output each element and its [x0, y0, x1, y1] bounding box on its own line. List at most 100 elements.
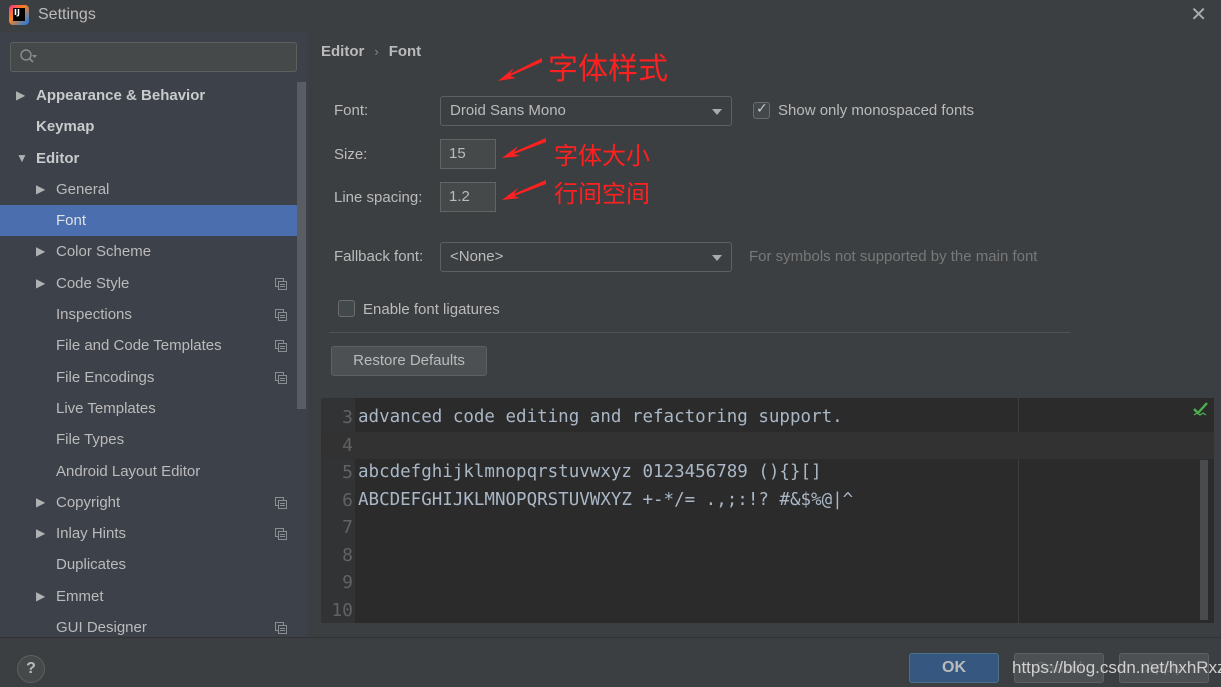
breadcrumb-parent[interactable]: Editor	[321, 43, 364, 60]
intellij-idea-icon: IJ	[9, 5, 29, 25]
line-number: 3	[342, 407, 353, 428]
sidebar-item-general[interactable]: ▶ General	[0, 174, 297, 205]
sidebar-item-appearance-behavior[interactable]: ▶ Appearance & Behavior	[0, 80, 297, 111]
sidebar-item-inspections[interactable]: Inspections	[0, 299, 297, 330]
preview-line: 5 abcdefghijklmnopqrstuvwxyz 0123456789 (…	[321, 459, 1214, 487]
sidebar-item-file-types[interactable]: File Types	[0, 424, 297, 455]
check-icon[interactable]	[1192, 400, 1210, 418]
line-number: 5	[342, 462, 353, 483]
preview-line: 9	[321, 569, 1214, 597]
annotation-arrow-spacing	[502, 180, 546, 200]
sidebar-item-label: File and Code Templates	[56, 337, 222, 355]
project-scope-icon	[275, 622, 287, 635]
preview-line: 7	[321, 514, 1214, 542]
dialog-footer: ? OK Cancel Apply https://blog.csdn.net/…	[0, 637, 1221, 687]
chevron-right-icon[interactable]: ▶	[36, 518, 45, 549]
chevron-right-icon[interactable]: ▶	[16, 80, 25, 111]
sidebar-item-emmet[interactable]: ▶ Emmet	[0, 581, 297, 612]
sidebar-item-android-layout-editor[interactable]: Android Layout Editor	[0, 456, 297, 487]
font-combobox-value: Droid Sans Mono	[450, 102, 566, 119]
sidebar-item-font[interactable]: Font	[0, 205, 297, 237]
font-combobox[interactable]: Droid Sans Mono	[440, 96, 732, 126]
line-number: 7	[342, 517, 353, 538]
sidebar-item-inlay-hints[interactable]: ▶ Inlay Hints	[0, 518, 297, 549]
ligatures-checkbox-label[interactable]: Enable font ligatures	[363, 301, 500, 318]
monospaced-checkbox-label[interactable]: Show only monospaced fonts	[778, 102, 974, 119]
sidebar-item-label: File Encodings	[56, 368, 155, 386]
line-number: 4	[342, 434, 353, 456]
size-input[interactable]: 15	[440, 139, 496, 169]
annotation-font-size: 字体大小	[554, 142, 650, 170]
sidebar-item-label: Editor	[36, 149, 80, 167]
project-scope-icon	[275, 496, 287, 509]
fallback-font-combobox[interactable]: <None>	[440, 242, 732, 272]
divider	[329, 332, 1070, 333]
ligatures-checkbox[interactable]	[338, 300, 355, 317]
line-spacing-label: Line spacing:	[334, 189, 423, 206]
restore-defaults-button[interactable]: Restore Defaults	[331, 346, 487, 376]
size-label: Size:	[334, 146, 368, 163]
chevron-right-icon[interactable]: ▶	[36, 487, 45, 518]
chevron-right-icon[interactable]: ▶	[36, 174, 45, 205]
code-text: ABCDEFGHIJKLMNOPQRSTUVWXYZ +-*/= .,;:!? …	[358, 489, 854, 510]
project-scope-icon	[275, 340, 287, 353]
chevron-right-icon[interactable]: ▶	[36, 268, 45, 299]
preview-line: 4	[321, 431, 1214, 459]
breadcrumb-current: Font	[388, 43, 422, 60]
search-input[interactable]	[10, 42, 297, 72]
annotation-font-style: 字体样式	[548, 52, 668, 87]
code-text: abcdefghijklmnopqrstuvwxyz 0123456789 ()…	[358, 462, 822, 482]
breadcrumb-separator: ›	[374, 44, 379, 59]
breadcrumb: Editor › Font	[321, 43, 421, 60]
sidebar-item-color-scheme[interactable]: ▶ Color Scheme	[0, 236, 297, 267]
sidebar-item-label: Keymap	[36, 118, 95, 136]
sidebar-item-label: Copyright	[56, 493, 121, 511]
fallback-font-value: <None>	[450, 248, 504, 265]
close-icon[interactable]: ✕	[1190, 4, 1207, 26]
chevron-right-icon[interactable]: ▶	[36, 236, 45, 267]
sidebar-item-live-templates[interactable]: Live Templates	[0, 393, 297, 424]
fallback-font-label: Fallback font:	[334, 248, 424, 265]
line-spacing-input[interactable]: 1.2	[440, 182, 496, 212]
project-scope-icon	[275, 528, 287, 541]
sidebar-item-file-and-code-templates[interactable]: File and Code Templates	[0, 330, 297, 361]
sidebar-item-label: Code Style	[56, 274, 130, 292]
window-title: Settings	[38, 6, 96, 23]
sidebar-item-label: General	[56, 180, 110, 198]
sidebar-item-keymap[interactable]: Keymap	[0, 111, 297, 142]
title-bar: IJ Settings ✕	[0, 0, 1221, 32]
chevron-down-icon[interactable]: ▼	[16, 143, 28, 174]
search-icon	[20, 49, 37, 63]
annotation-arrow-font	[498, 58, 542, 81]
font-label: Font:	[334, 102, 369, 119]
sidebar-item-label: File Types	[56, 431, 125, 449]
settings-tree: ▶ Appearance & Behavior Keymap ▼ Editor ▶ Gene…	[0, 80, 297, 643]
preview-line: 10	[321, 597, 1214, 624]
font-settings-panel: Editor › Font 字体样式 字体大小 行间空间 Font: Droid S…	[308, 32, 1221, 637]
sidebar-scrollbar-thumb[interactable]	[297, 82, 306, 409]
settings-sidebar: ▶ Appearance & Behavior Keymap ▼ Editor ▶ Gene…	[0, 32, 308, 637]
chevron-down-icon	[712, 109, 722, 115]
help-button[interactable]: ?	[17, 655, 45, 683]
sidebar-item-label: Duplicates	[56, 556, 127, 574]
preview-line: 6 ABCDEFGHIJKLMNOPQRSTUVWXYZ +-*/= .,;:!?…	[321, 487, 1214, 515]
project-scope-icon	[275, 371, 287, 384]
preview-scrollbar[interactable]	[1200, 460, 1208, 620]
monospaced-checkbox[interactable]	[753, 100, 770, 119]
chevron-down-icon	[712, 255, 722, 261]
sidebar-item-file-encodings[interactable]: File Encodings	[0, 362, 297, 393]
line-number: 10	[331, 599, 353, 621]
project-scope-icon	[275, 309, 287, 322]
line-number: 8	[342, 544, 353, 566]
sidebar-item-label: Font	[56, 212, 87, 230]
sidebar-item-editor[interactable]: ▼ Editor	[0, 143, 297, 174]
sidebar-item-copyright[interactable]: ▶ Copyright	[0, 487, 297, 518]
sidebar-item-label: Color Scheme	[56, 243, 152, 261]
chevron-right-icon[interactable]: ▶	[36, 581, 45, 612]
font-preview-editor[interactable]: 3 advanced code editing and refactoring s…	[321, 398, 1214, 623]
ok-button[interactable]: OK	[909, 653, 999, 683]
sidebar-item-label: Live Templates	[56, 399, 156, 417]
sidebar-item-duplicates[interactable]: Duplicates	[0, 549, 297, 580]
sidebar-item-label: Appearance & Behavior	[36, 87, 206, 104]
sidebar-item-code-style[interactable]: ▶ Code Style	[0, 268, 297, 299]
